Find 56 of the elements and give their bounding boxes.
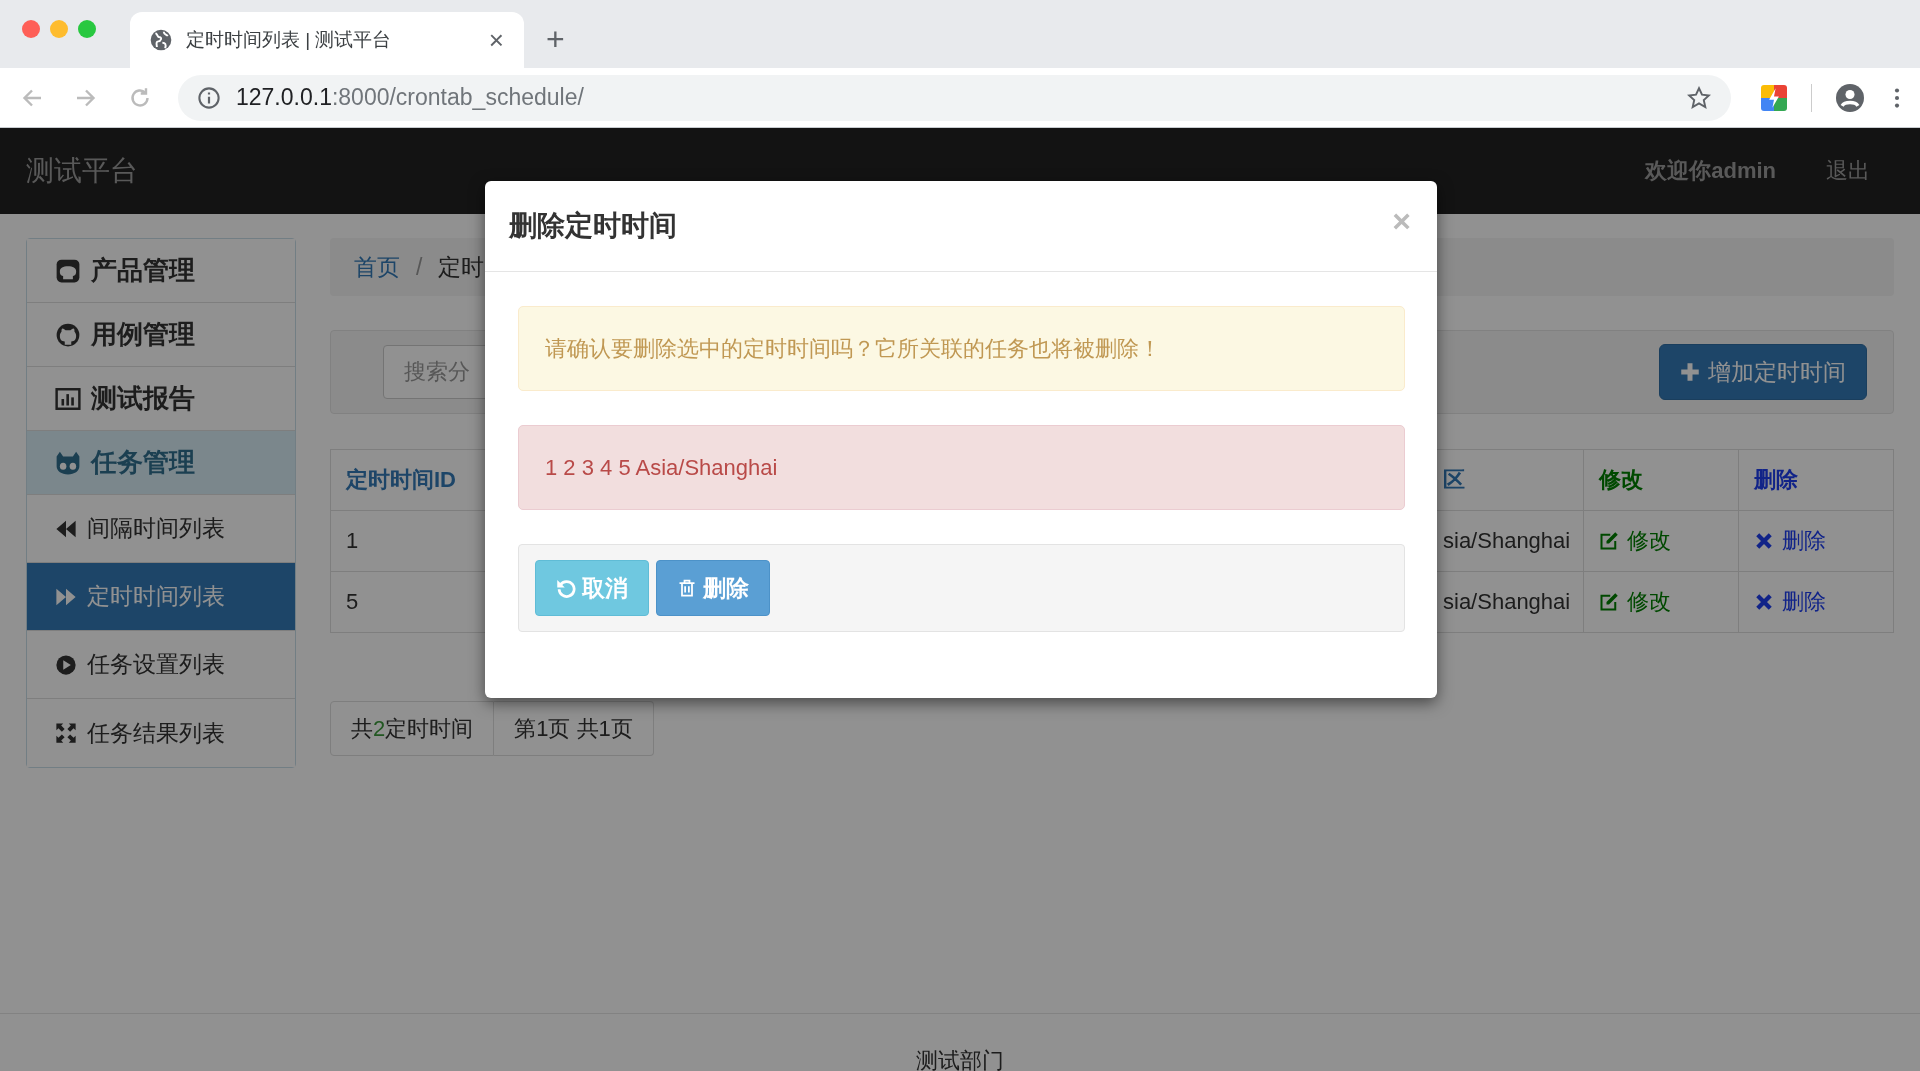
- edit-link[interactable]: 修改: [1599, 587, 1671, 617]
- column-header: 修改: [1599, 466, 1643, 494]
- sidebar-item[interactable]: 任务管理: [27, 431, 295, 495]
- delete-button[interactable]: 删除: [656, 560, 770, 616]
- welcome-text: 欢迎你admin: [1645, 157, 1776, 185]
- column-header: 定时时间ID: [346, 466, 456, 494]
- close-icon: [1754, 531, 1774, 551]
- selected-item-alert: 1 2 3 4 5 Asia/Shanghai: [518, 425, 1405, 510]
- reload-icon[interactable]: [128, 85, 152, 110]
- add-schedule-button[interactable]: 增加定时时间: [1659, 344, 1867, 400]
- square-logo-icon: [55, 257, 81, 284]
- total-count-text: 共2定时时间: [330, 701, 495, 756]
- extension-icon[interactable]: [1761, 84, 1787, 111]
- table-cell-text: sia/Shanghai: [1442, 528, 1571, 554]
- cat-logo-icon: [55, 321, 81, 348]
- close-window-button[interactable]: [22, 20, 40, 38]
- sidebar-item[interactable]: 定时时间列表: [27, 563, 295, 631]
- url-text: 127.0.0.1:8000/crontab_schedule/: [236, 84, 585, 111]
- plus-icon: [1680, 362, 1700, 382]
- close-tab-button[interactable]: ×: [488, 24, 504, 56]
- play-circle-icon: [55, 653, 77, 676]
- footer-text: 测试部门: [916, 1047, 1004, 1071]
- cat-face-icon: [55, 449, 81, 476]
- sidebar-item[interactable]: 产品管理: [27, 239, 295, 303]
- breadcrumb-link[interactable]: 首页: [354, 251, 400, 283]
- column-header: 删除: [1754, 466, 1798, 494]
- undo-icon: [556, 578, 576, 598]
- info-icon: [198, 86, 220, 109]
- logout-link[interactable]: 退出: [1826, 156, 1870, 186]
- dialog-title: 删除定时时间: [509, 209, 678, 243]
- delete-link[interactable]: 删除: [1754, 526, 1826, 556]
- edit-link[interactable]: 修改: [1599, 526, 1671, 556]
- close-icon: [1754, 592, 1774, 612]
- table-cell: 5: [346, 589, 359, 615]
- breadcrumb-current: 定时: [438, 252, 485, 282]
- expand-arrows-icon: [55, 722, 77, 744]
- globe-icon: [150, 29, 172, 51]
- bar-chart-icon: [55, 385, 81, 412]
- delete-link[interactable]: 删除: [1754, 587, 1826, 617]
- address-bar[interactable]: 127.0.0.1:8000/crontab_schedule/: [178, 74, 1731, 121]
- edit-icon: [1599, 592, 1619, 612]
- new-tab-button[interactable]: +: [524, 21, 565, 68]
- maximize-window-button[interactable]: [78, 20, 96, 38]
- page-info-text: 第1页 共1页: [494, 701, 654, 756]
- table-cell-text: sia/Shanghai: [1442, 589, 1571, 615]
- menu-icon[interactable]: [1894, 86, 1900, 109]
- minimize-window-button[interactable]: [50, 20, 68, 38]
- column-header: 区: [1442, 466, 1465, 494]
- profile-icon[interactable]: [1836, 83, 1864, 112]
- trash-icon: [677, 578, 697, 598]
- warning-alert: 请确认要删除选中的定时时间吗？它所关联的任务也将被删除！: [518, 306, 1405, 391]
- table-cell: 1: [346, 528, 359, 554]
- edit-icon: [1599, 531, 1619, 551]
- star-icon[interactable]: [1687, 85, 1711, 110]
- browser-tab[interactable]: 定时时间列表 | 测试平台 ×: [130, 12, 524, 68]
- breadcrumb-separator: /: [416, 253, 423, 281]
